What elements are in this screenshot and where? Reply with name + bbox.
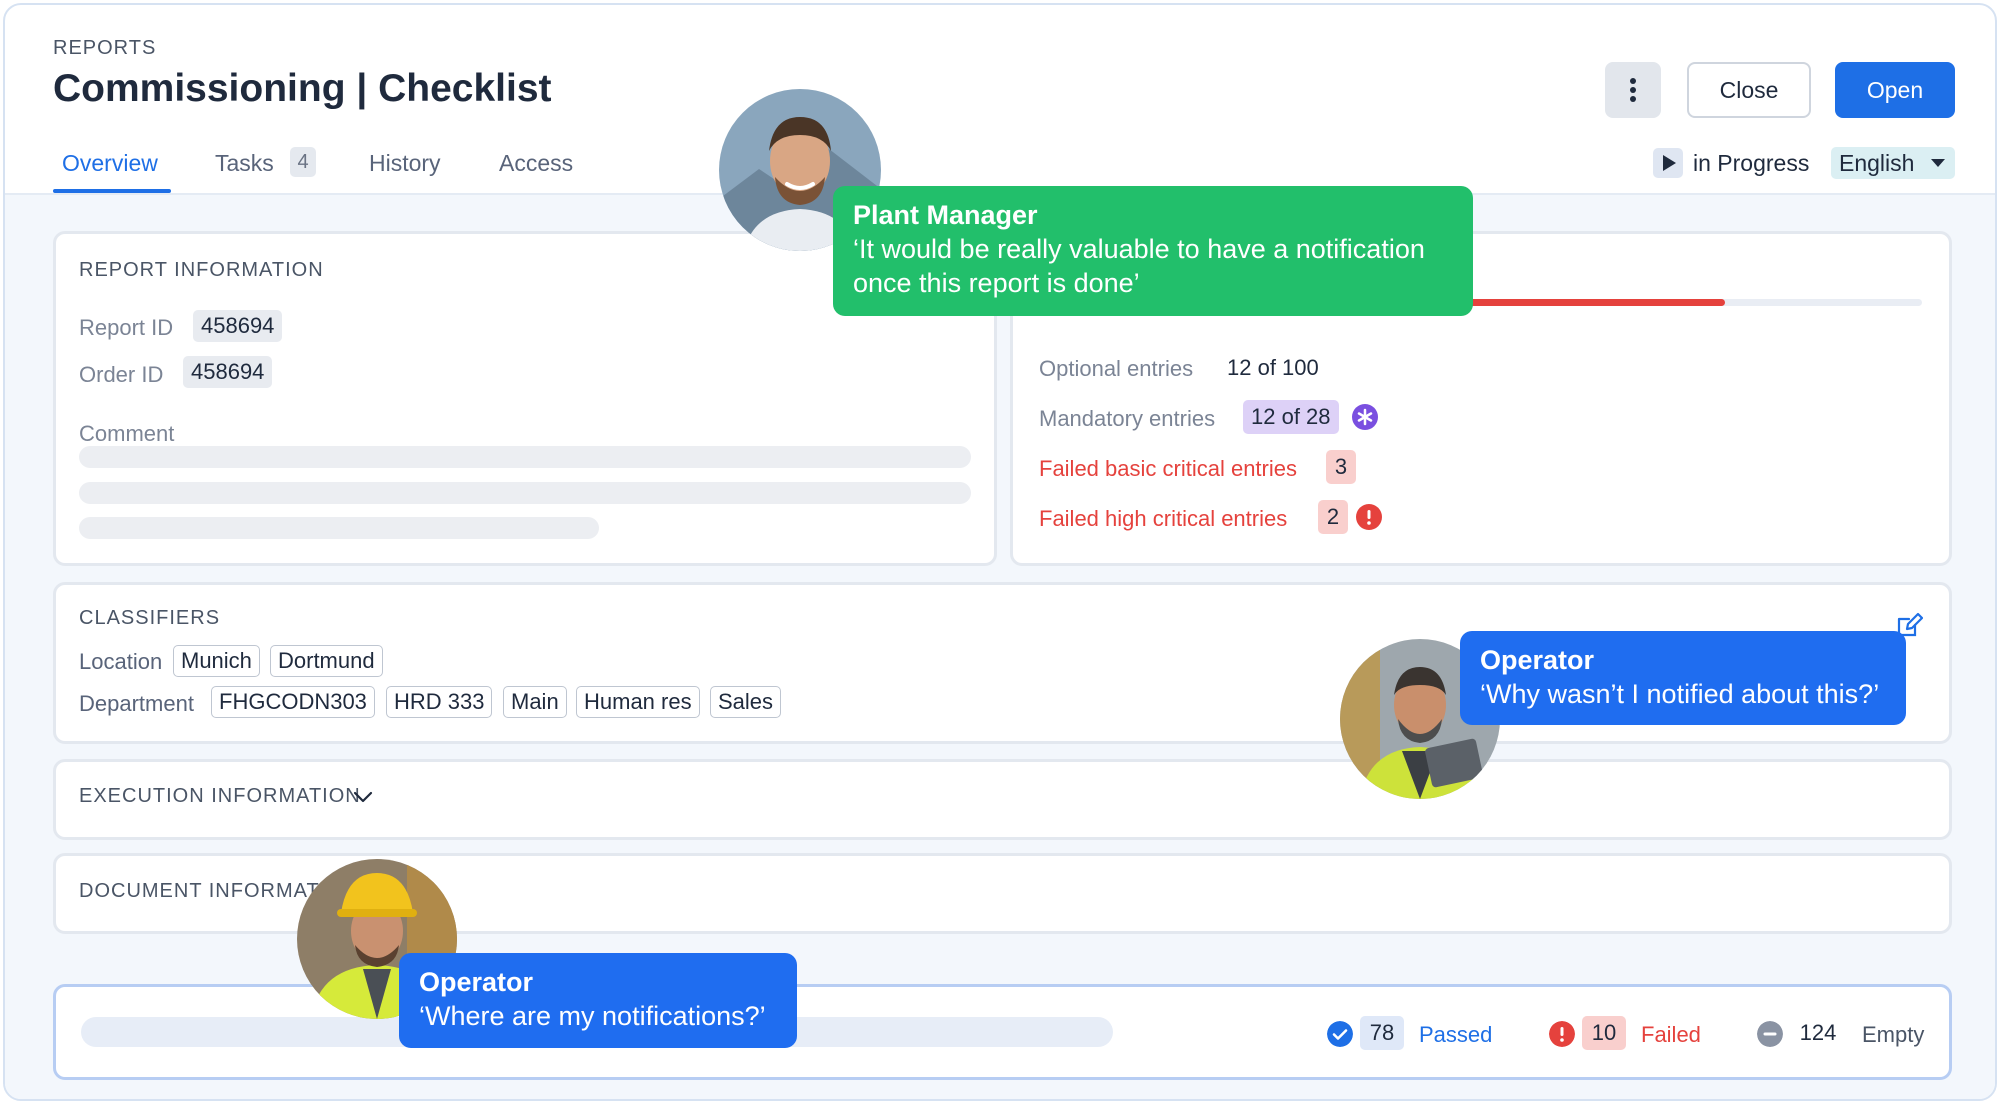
tab-tasks[interactable]: Tasks bbox=[215, 150, 274, 177]
department-tag[interactable]: Human res bbox=[576, 686, 700, 718]
alert-icon bbox=[1356, 504, 1382, 530]
quote-text: ‘Why wasn’t I notified about this?’ bbox=[1480, 679, 1880, 709]
close-button[interactable]: Close bbox=[1687, 62, 1811, 118]
quote-role: Plant Manager bbox=[853, 200, 1038, 230]
execution-information-heading[interactable]: EXECUTION INFORMATION bbox=[79, 785, 361, 808]
empty-label[interactable]: Empty bbox=[1862, 1022, 1924, 1048]
location-tag[interactable]: Dortmund bbox=[270, 645, 383, 677]
location-label: Location bbox=[79, 649, 163, 674]
open-button[interactable]: Open bbox=[1835, 62, 1955, 118]
department-tag[interactable]: HRD 333 bbox=[386, 686, 493, 718]
plant-manager-quote: Plant Manager ‘It would be really valuab… bbox=[833, 186, 1473, 316]
report-information-heading: REPORT INFORMATION bbox=[79, 259, 324, 281]
department-tag[interactable]: FHGCODN303 bbox=[211, 686, 375, 718]
language-select[interactable]: English bbox=[1831, 147, 1955, 179]
failed-label[interactable]: Failed bbox=[1641, 1022, 1701, 1048]
order-id-label: Order ID bbox=[79, 362, 164, 387]
quote-role: Operator bbox=[1480, 645, 1595, 675]
operator-quote: Operator ‘Why wasn’t I notified about th… bbox=[1460, 631, 1906, 725]
operator-quote: Operator ‘Where are my notifications?’ bbox=[399, 953, 797, 1048]
failed-count: 10 bbox=[1582, 1016, 1626, 1050]
optional-entries-label: Optional entries bbox=[1039, 356, 1194, 381]
minus-circle-icon bbox=[1757, 1021, 1783, 1047]
check-circle-icon bbox=[1327, 1021, 1353, 1047]
tab-overview[interactable]: Overview bbox=[62, 150, 158, 177]
failed-high-critical-value: 2 bbox=[1318, 500, 1348, 534]
chevron-down-icon[interactable] bbox=[352, 789, 374, 805]
page-title: Commissioning | Checklist bbox=[53, 67, 552, 110]
comment-skeleton-line bbox=[79, 482, 971, 504]
play-icon bbox=[1653, 148, 1683, 178]
tab-history[interactable]: History bbox=[369, 150, 441, 177]
report-id-value: 458694 bbox=[193, 310, 283, 342]
department-tag[interactable]: Main bbox=[503, 686, 567, 718]
more-options-button[interactable] bbox=[1605, 62, 1661, 118]
failed-basic-critical-value: 3 bbox=[1326, 450, 1356, 484]
comment-skeleton-line bbox=[79, 446, 971, 468]
alert-icon bbox=[1549, 1021, 1575, 1047]
document-information-heading[interactable]: DOCUMENT INFORMATIO bbox=[79, 880, 343, 903]
department-label: Department bbox=[79, 691, 194, 716]
order-id-value: 458694 bbox=[183, 356, 273, 388]
report-window: REPORTS Commissioning | Checklist Close … bbox=[3, 3, 1997, 1101]
breadcrumb[interactable]: REPORTS bbox=[53, 37, 156, 60]
classifiers-heading: CLASSIFIERS bbox=[79, 607, 221, 629]
quote-role: Operator bbox=[419, 967, 534, 997]
tasks-count-badge: 4 bbox=[290, 147, 316, 177]
comment-skeleton-line bbox=[79, 517, 599, 539]
location-tag[interactable]: Munich bbox=[173, 645, 260, 677]
report-id-label: Report ID bbox=[79, 315, 174, 340]
quote-text: ‘It would be really valuable to have a n… bbox=[853, 234, 1425, 298]
tab-access[interactable]: Access bbox=[499, 150, 573, 177]
status-label: in Progress bbox=[1693, 150, 1810, 176]
language-value: English bbox=[1839, 150, 1915, 176]
entries-progress-fill bbox=[1469, 299, 1725, 306]
failed-basic-critical-label: Failed basic critical entries bbox=[1039, 456, 1297, 481]
failed-high-critical-label: Failed high critical entries bbox=[1039, 506, 1288, 531]
comment-label: Comment bbox=[79, 421, 175, 446]
optional-entries-value: 12 of 100 bbox=[1227, 355, 1319, 380]
empty-count: 124 bbox=[1792, 1016, 1844, 1050]
quote-text: ‘Where are my notifications?’ bbox=[419, 1001, 766, 1031]
passed-label[interactable]: Passed bbox=[1419, 1022, 1492, 1048]
asterisk-icon bbox=[1352, 404, 1378, 430]
more-vertical-icon bbox=[1630, 78, 1636, 84]
active-tab-indicator bbox=[53, 189, 171, 193]
department-tag[interactable]: Sales bbox=[710, 686, 782, 718]
mandatory-entries-label: Mandatory entries bbox=[1039, 406, 1216, 431]
passed-count: 78 bbox=[1360, 1016, 1404, 1050]
mandatory-entries-value: 12 of 28 bbox=[1243, 400, 1339, 434]
caret-down-icon bbox=[1931, 159, 1945, 167]
